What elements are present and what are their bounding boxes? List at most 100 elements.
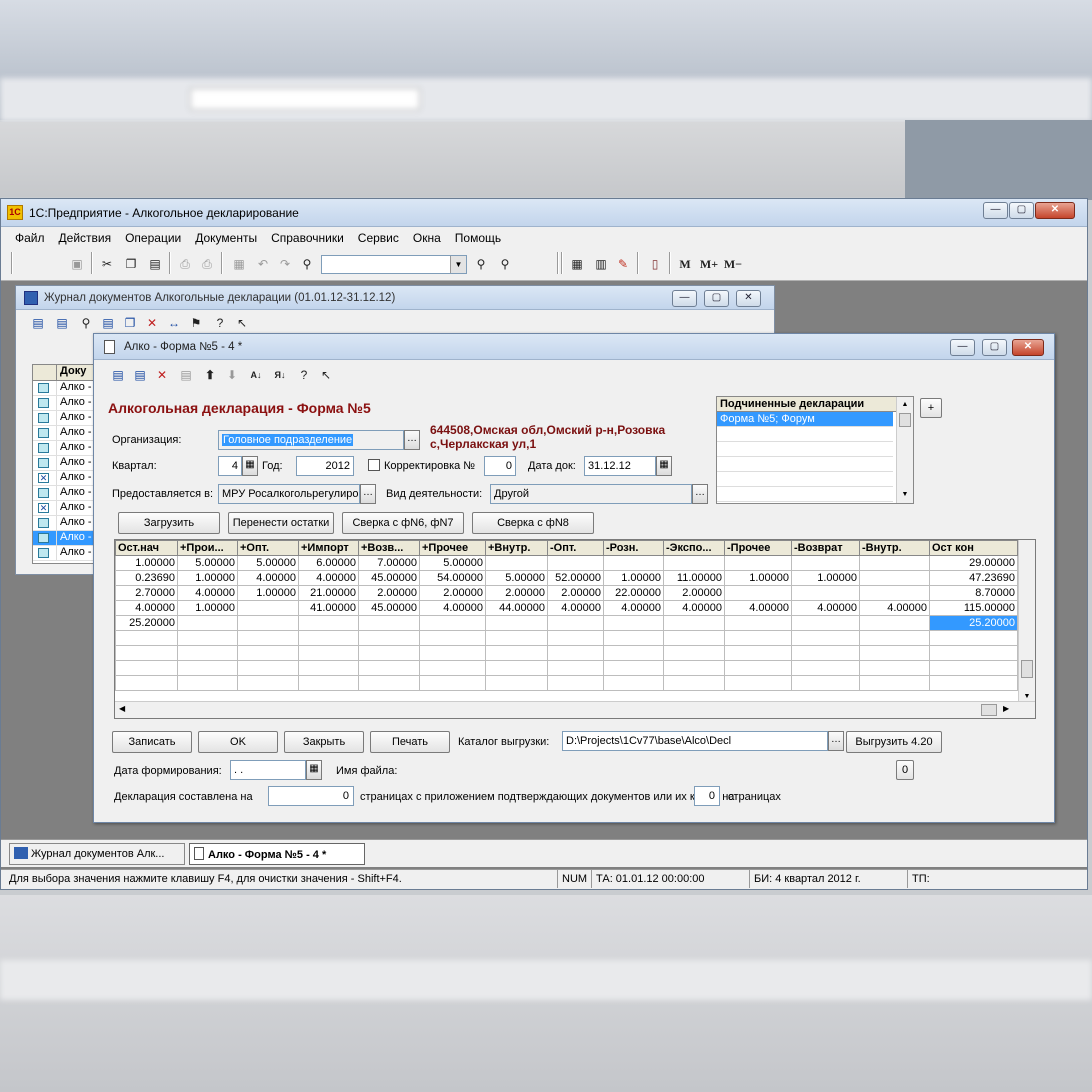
table-cell[interactable] bbox=[929, 645, 1018, 661]
whats-this-icon[interactable]: ↖ bbox=[316, 365, 336, 385]
table-cell[interactable] bbox=[177, 645, 238, 661]
menu-service[interactable]: Сервис bbox=[358, 231, 399, 245]
form-maximize-button[interactable]: ▢ bbox=[982, 339, 1007, 356]
table-cell[interactable] bbox=[547, 660, 604, 676]
table-cell[interactable]: 1.00000 bbox=[177, 570, 238, 586]
table-cell[interactable] bbox=[929, 660, 1018, 676]
table-cell[interactable] bbox=[547, 555, 604, 571]
table-cell[interactable] bbox=[791, 675, 860, 691]
undo-icon[interactable]: ↶ bbox=[253, 254, 273, 274]
calendar-icon[interactable]: ▦ bbox=[656, 456, 672, 476]
table-cell[interactable]: 11.00000 bbox=[663, 570, 725, 586]
table-cell[interactable]: 7.00000 bbox=[358, 555, 420, 571]
print-preview-icon[interactable]: ⎙ bbox=[197, 254, 217, 274]
table-cell[interactable] bbox=[237, 675, 299, 691]
table-cell[interactable] bbox=[859, 675, 930, 691]
catalog-field[interactable]: D:\Projects\1Cv77\base\Alco\Decl bbox=[562, 731, 828, 751]
column-header[interactable]: -Опт. bbox=[547, 540, 604, 556]
paste-icon[interactable]: ▤ bbox=[145, 254, 165, 274]
table-cell[interactable] bbox=[603, 615, 664, 631]
menu-help[interactable]: Помощь bbox=[455, 231, 501, 245]
move-doc-icon[interactable]: ❐ bbox=[120, 313, 140, 333]
table-cell[interactable]: 47.23690 bbox=[929, 570, 1018, 586]
sort-desc-icon[interactable]: Я↓ bbox=[270, 365, 290, 385]
table-cell[interactable] bbox=[603, 645, 664, 661]
journal-minimize-button[interactable]: — bbox=[672, 290, 697, 307]
table-cell[interactable]: 4.00000 bbox=[663, 600, 725, 616]
table-cell[interactable] bbox=[859, 645, 930, 661]
table-cell[interactable] bbox=[724, 660, 792, 676]
table-cell[interactable] bbox=[237, 660, 299, 676]
table-cell[interactable]: 25.20000 bbox=[929, 615, 1018, 631]
table-cell[interactable] bbox=[603, 630, 664, 646]
chevron-down-icon[interactable]: ▼ bbox=[450, 256, 466, 273]
column-header[interactable]: +Прои... bbox=[177, 540, 238, 556]
interval-icon[interactable]: ↔ bbox=[164, 313, 184, 333]
table-cell[interactable] bbox=[859, 615, 930, 631]
provided-select-button[interactable]: … bbox=[360, 484, 376, 504]
table-cell[interactable] bbox=[663, 675, 725, 691]
table-cell[interactable]: 29.00000 bbox=[929, 555, 1018, 571]
column-header[interactable]: -Внутр. bbox=[859, 540, 930, 556]
table-cell[interactable] bbox=[547, 615, 604, 631]
copy-icon[interactable]: ❐ bbox=[121, 254, 141, 274]
table-vertical-scrollbar[interactable]: ▼ bbox=[1018, 540, 1035, 702]
menu-actions[interactable]: Действия bbox=[59, 231, 112, 245]
record-button[interactable]: Записать bbox=[112, 731, 192, 753]
table-cell[interactable] bbox=[791, 660, 860, 676]
table-row[interactable]: 1.00000 5.00000 5.00000 6.00000 7.00000 5.000… bbox=[115, 555, 1018, 571]
new-doc-icon[interactable]: ▤ bbox=[28, 313, 48, 333]
org-field[interactable]: Головное подразделение bbox=[218, 430, 404, 450]
column-header[interactable]: -Экспо... bbox=[663, 540, 725, 556]
table-cell[interactable] bbox=[663, 630, 725, 646]
table-row[interactable] bbox=[115, 675, 1018, 691]
table-row[interactable] bbox=[115, 630, 1018, 646]
table-cell[interactable] bbox=[419, 630, 486, 646]
table-cell[interactable] bbox=[485, 615, 548, 631]
table-cell[interactable] bbox=[547, 645, 604, 661]
table-cell[interactable] bbox=[237, 600, 299, 616]
redo-icon[interactable]: ↷ bbox=[275, 254, 295, 274]
binoculars-icon[interactable]: ⚲ bbox=[297, 254, 317, 274]
table-cell[interactable]: 2.70000 bbox=[115, 585, 178, 601]
table-cell[interactable] bbox=[791, 630, 860, 646]
app-close-button[interactable]: ✕ bbox=[1035, 202, 1075, 219]
memory-minus-button[interactable]: M− bbox=[721, 254, 745, 274]
table-cell[interactable] bbox=[791, 585, 860, 601]
delete-row-icon[interactable]: ✕ bbox=[152, 365, 172, 385]
table-cell[interactable]: 115.00000 bbox=[929, 600, 1018, 616]
doc-date-field[interactable]: 31.12.12 bbox=[584, 456, 656, 476]
table-cell[interactable]: 4.00000 bbox=[547, 600, 604, 616]
table-cell[interactable] bbox=[485, 645, 548, 661]
help-icon[interactable]: ? bbox=[294, 365, 314, 385]
task-form[interactable]: Алко - Форма №5 - 4 * bbox=[189, 843, 365, 865]
table-cell[interactable] bbox=[929, 630, 1018, 646]
message-icon[interactable]: ✎ bbox=[613, 254, 633, 274]
table-horizontal-scrollbar[interactable]: ◀ ▶ bbox=[115, 701, 1035, 718]
table-cell[interactable]: 5.00000 bbox=[237, 555, 299, 571]
task-journal[interactable]: Журнал документов Алк... bbox=[9, 843, 185, 865]
calendar-icon[interactable]: ▥ bbox=[591, 254, 611, 274]
filename-button[interactable]: 0 bbox=[896, 760, 914, 780]
table-cell[interactable]: 2.00000 bbox=[358, 585, 420, 601]
table-cell[interactable] bbox=[177, 660, 238, 676]
table-cell[interactable]: 0.23690 bbox=[115, 570, 178, 586]
menu-file[interactable]: Файл bbox=[15, 231, 45, 245]
table-cell[interactable] bbox=[724, 675, 792, 691]
activity-select-button[interactable]: … bbox=[692, 484, 708, 504]
form-close-button[interactable]: ✕ bbox=[1012, 339, 1044, 356]
calculator-icon[interactable]: ▦ bbox=[567, 254, 587, 274]
add-sub-declaration-button[interactable]: + bbox=[920, 398, 942, 418]
year-field[interactable]: 2012 bbox=[296, 456, 354, 476]
table-cell[interactable] bbox=[419, 615, 486, 631]
table-cell[interactable] bbox=[603, 555, 664, 571]
column-header[interactable]: +Опт. bbox=[237, 540, 299, 556]
table-row[interactable]: 4.00000 1.00000 41.00000 45.00000 4.00000 44.… bbox=[115, 600, 1018, 616]
table-cell[interactable] bbox=[237, 615, 299, 631]
export-button[interactable]: Выгрузить 4.20 bbox=[846, 731, 942, 753]
table-cell[interactable] bbox=[358, 645, 420, 661]
table-cell[interactable] bbox=[298, 630, 359, 646]
move-down-icon[interactable]: ⬇ bbox=[222, 365, 242, 385]
table-cell[interactable]: 1.00000 bbox=[603, 570, 664, 586]
table-cell[interactable]: 2.00000 bbox=[485, 585, 548, 601]
